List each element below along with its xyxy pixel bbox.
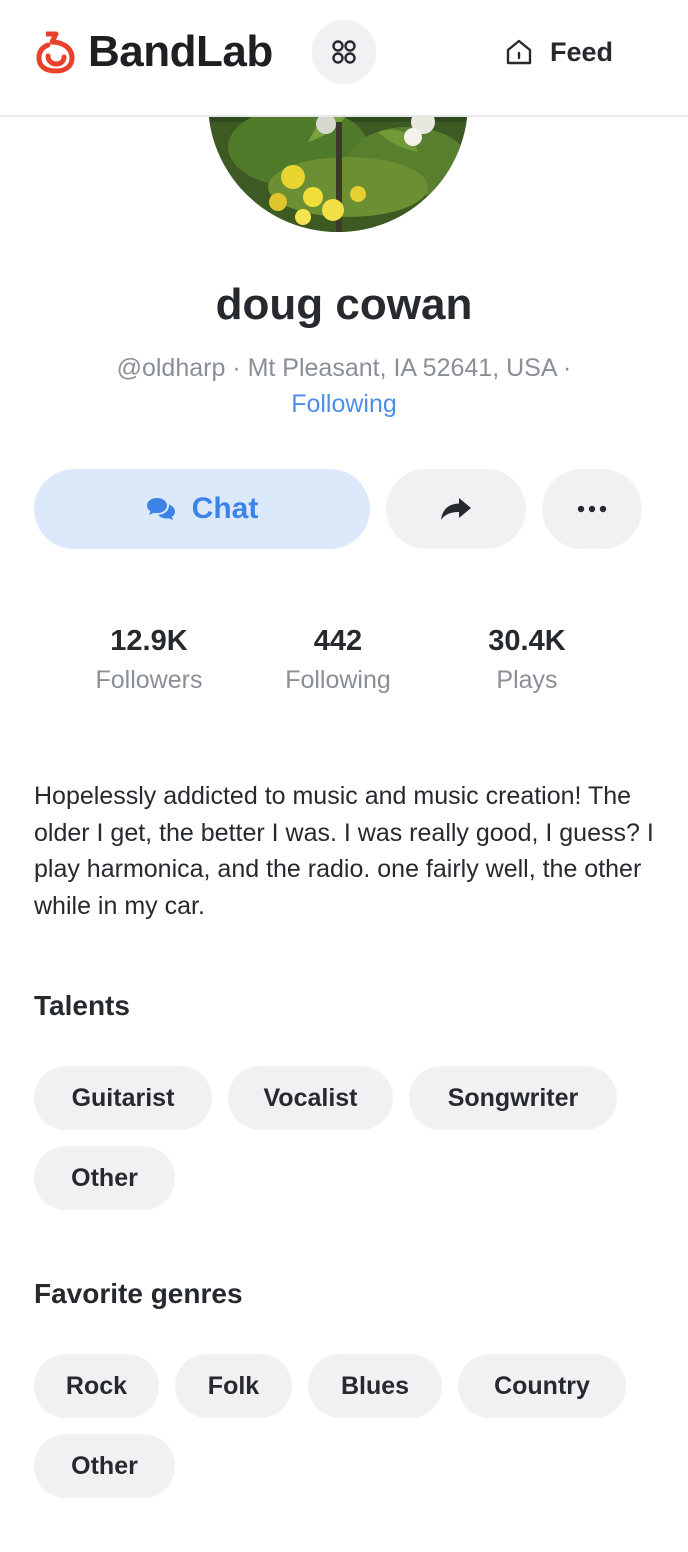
stat-label: Plays: [496, 666, 558, 694]
follow-status-link[interactable]: Following: [0, 386, 688, 422]
talents-heading: Talents: [34, 990, 130, 1021]
top-header: BandLab Feed: [0, 0, 688, 117]
stat-value: 30.4K: [488, 625, 566, 657]
more-options-button[interactable]: [542, 469, 642, 549]
bandlab-logo[interactable]: BandLab: [32, 28, 273, 76]
feed-label: Feed: [550, 36, 614, 67]
stat-label: Followers: [95, 666, 203, 694]
share-arrow-icon: [441, 498, 471, 520]
genre-chip[interactable]: Blues: [308, 1354, 442, 1418]
chat-button[interactable]: Chat: [34, 469, 370, 549]
apps-menu-button[interactable]: [312, 20, 376, 84]
chat-bubble-icon: [146, 498, 175, 520]
stat-followers[interactable]: 12.9K Followers: [54, 620, 244, 698]
genre-chip[interactable]: Rock: [34, 1354, 159, 1418]
bandlab-logo-icon: [36, 31, 75, 74]
stat-following[interactable]: 442 Following: [243, 620, 433, 698]
genre-chip[interactable]: Other: [34, 1434, 175, 1498]
stat-value: 12.9K: [110, 625, 188, 657]
home-icon: [506, 39, 532, 65]
share-button[interactable]: [386, 469, 526, 549]
talent-chip[interactable]: Guitarist: [34, 1066, 212, 1130]
stat-value: 442: [313, 625, 363, 657]
feed-link[interactable]: Feed: [504, 32, 613, 72]
genre-chip[interactable]: Folk: [175, 1354, 292, 1418]
talent-chip[interactable]: Other: [34, 1146, 175, 1210]
profile-bio: Hopelessly addicted to music and music c…: [34, 782, 654, 920]
profile-meta: @oldharp · Mt Pleasant, IA 52641, USA · …: [0, 350, 688, 422]
chat-label: Chat: [191, 492, 259, 525]
genre-chip[interactable]: Country: [458, 1354, 626, 1418]
apps-grid-icon: [332, 40, 356, 64]
stat-label: Following: [285, 666, 391, 694]
talent-chip[interactable]: Vocalist: [228, 1066, 393, 1130]
genres-heading: Favorite genres: [34, 1278, 243, 1309]
ellipsis-icon: [577, 505, 607, 513]
handle-location: @oldharp · Mt Pleasant, IA 52641, USA ·: [116, 354, 572, 382]
brand-name: BandLab: [88, 27, 273, 76]
talent-chip[interactable]: Songwriter: [409, 1066, 617, 1130]
stat-plays[interactable]: 30.4K Plays: [432, 620, 622, 698]
profile-name: doug cowan: [215, 280, 473, 329]
